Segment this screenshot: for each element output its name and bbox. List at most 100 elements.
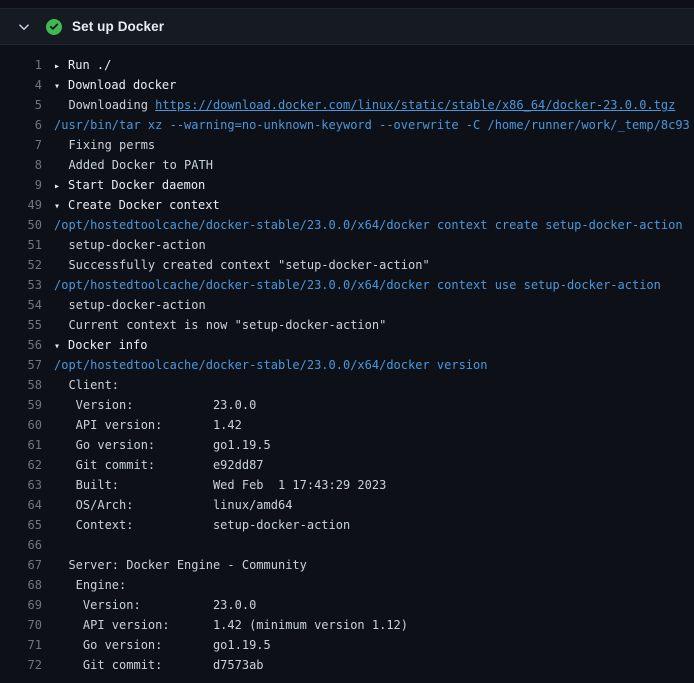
log-line-content: ▸Run ./ [54,55,694,75]
log-line-content: ▾Create Docker context [54,195,694,215]
line-number[interactable]: 71 [0,635,54,655]
log-line-content: Engine: [54,575,694,595]
log-link[interactable]: https://download.docker.com/linux/static… [155,98,675,112]
line-number[interactable]: 63 [0,475,54,495]
log-text: Context: setup-docker-action [54,518,350,532]
line-number[interactable]: 58 [0,375,54,395]
log-line: 58 Client: [0,375,694,395]
log-line-content: Downloading https://download.docker.com/… [54,95,694,115]
line-number[interactable]: 59 [0,395,54,415]
log-text: Downloading [54,98,155,112]
log-line: 70 API version: 1.42 (minimum version 1.… [0,615,694,635]
log-line: 71 Go version: go1.19.5 [0,635,694,655]
chevron-down-icon[interactable] [16,19,32,35]
log-line: 64 OS/Arch: linux/amd64 [0,495,694,515]
command-text: /opt/hostedtoolcache/docker-stable/23.0.… [54,218,683,232]
log-text: API version: 1.42 [54,418,242,432]
log-line: 68 Engine: [0,575,694,595]
line-number[interactable]: 72 [0,655,54,675]
log-text: OS/Arch: linux/amd64 [54,498,292,512]
group-title: Docker info [68,338,147,352]
log-line-content: ▸Start Docker daemon [54,175,694,195]
log-line-content: Context: setup-docker-action [54,515,694,535]
collapse-arrow-icon[interactable]: ▾ [54,197,68,215]
log-text: Go version: go1.19.5 [54,438,271,452]
log-group-line[interactable]: 56▾Docker info [0,335,694,355]
log-group-line[interactable]: 1▸Run ./ [0,55,694,75]
line-number[interactable]: 50 [0,215,54,235]
line-number[interactable]: 6 [0,115,54,135]
expand-arrow-icon[interactable]: ▸ [54,177,68,195]
log-line: 55 Current context is now "setup-docker-… [0,315,694,335]
log-line-content: setup-docker-action [54,295,694,315]
log-text: Version: 23.0.0 [54,398,256,412]
line-number[interactable]: 61 [0,435,54,455]
log-line: 51 setup-docker-action [0,235,694,255]
log-line-content: setup-docker-action [54,235,694,255]
log-text: Added Docker to PATH [54,158,213,172]
log-line: 62 Git commit: e92dd87 [0,455,694,475]
log-line-content: API version: 1.42 [54,415,694,435]
line-number[interactable]: 69 [0,595,54,615]
log-text: Engine: [54,578,126,592]
log-line: 63 Built: Wed Feb 1 17:43:29 2023 [0,475,694,495]
log-text: setup-docker-action [54,298,206,312]
log-line: 54 setup-docker-action [0,295,694,315]
log-line: 52 Successfully created context "setup-d… [0,255,694,275]
log-line-content: Version: 23.0.0 [54,395,694,415]
expand-arrow-icon[interactable]: ▸ [54,57,68,75]
log-line-content: /opt/hostedtoolcache/docker-stable/23.0.… [54,275,694,295]
line-number[interactable]: 8 [0,155,54,175]
log-line-content: ▾Docker info [54,335,694,355]
line-number[interactable]: 64 [0,495,54,515]
line-number[interactable]: 56 [0,335,54,355]
log-group-line[interactable]: 4▾Download docker [0,75,694,95]
log-line-content: Built: Wed Feb 1 17:43:29 2023 [54,475,694,495]
log-text: Successfully created context "setup-dock… [54,258,430,272]
log-line-content [54,535,694,555]
step-header[interactable]: Set up Docker [0,8,694,45]
line-number[interactable]: 67 [0,555,54,575]
command-text: /usr/bin/tar xz --warning=no-unknown-key… [54,118,690,132]
line-number[interactable]: 68 [0,575,54,595]
line-number[interactable]: 49 [0,195,54,215]
line-number[interactable]: 57 [0,355,54,375]
log-group-line[interactable]: 9▸Start Docker daemon [0,175,694,195]
log-line: 5 Downloading https://download.docker.co… [0,95,694,115]
line-number[interactable]: 4 [0,75,54,95]
line-number[interactable]: 5 [0,95,54,115]
log-line: 65 Context: setup-docker-action [0,515,694,535]
line-number[interactable]: 60 [0,415,54,435]
log-text: Git commit: e92dd87 [54,458,264,472]
log-line: 53/opt/hostedtoolcache/docker-stable/23.… [0,275,694,295]
line-number[interactable]: 7 [0,135,54,155]
collapse-arrow-icon[interactable]: ▾ [54,77,68,95]
log-text: Built: Wed Feb 1 17:43:29 2023 [54,478,386,492]
line-number[interactable]: 70 [0,615,54,635]
log-line: 50/opt/hostedtoolcache/docker-stable/23.… [0,215,694,235]
log-text: Current context is now "setup-docker-act… [54,318,386,332]
log-line-content: ▾Download docker [54,75,694,95]
group-title: Download docker [68,78,176,92]
line-number[interactable]: 52 [0,255,54,275]
log-text: Fixing perms [54,138,155,152]
log-line: 7 Fixing perms [0,135,694,155]
line-number[interactable]: 51 [0,235,54,255]
log-line: 60 API version: 1.42 [0,415,694,435]
log-group-line[interactable]: 49▾Create Docker context [0,195,694,215]
log-line-content: Git commit: d7573ab [54,655,694,675]
line-number[interactable]: 1 [0,55,54,75]
log-line: 69 Version: 23.0.0 [0,595,694,615]
line-number[interactable]: 54 [0,295,54,315]
group-title: Create Docker context [68,198,220,212]
line-number[interactable]: 62 [0,455,54,475]
collapse-arrow-icon[interactable]: ▾ [54,337,68,355]
line-number[interactable]: 55 [0,315,54,335]
line-number[interactable]: 9 [0,175,54,195]
log-line-content: Added Docker to PATH [54,155,694,175]
line-number[interactable]: 65 [0,515,54,535]
log-line-content: Client: [54,375,694,395]
command-text: /opt/hostedtoolcache/docker-stable/23.0.… [54,358,487,372]
line-number[interactable]: 53 [0,275,54,295]
line-number[interactable]: 66 [0,535,54,555]
